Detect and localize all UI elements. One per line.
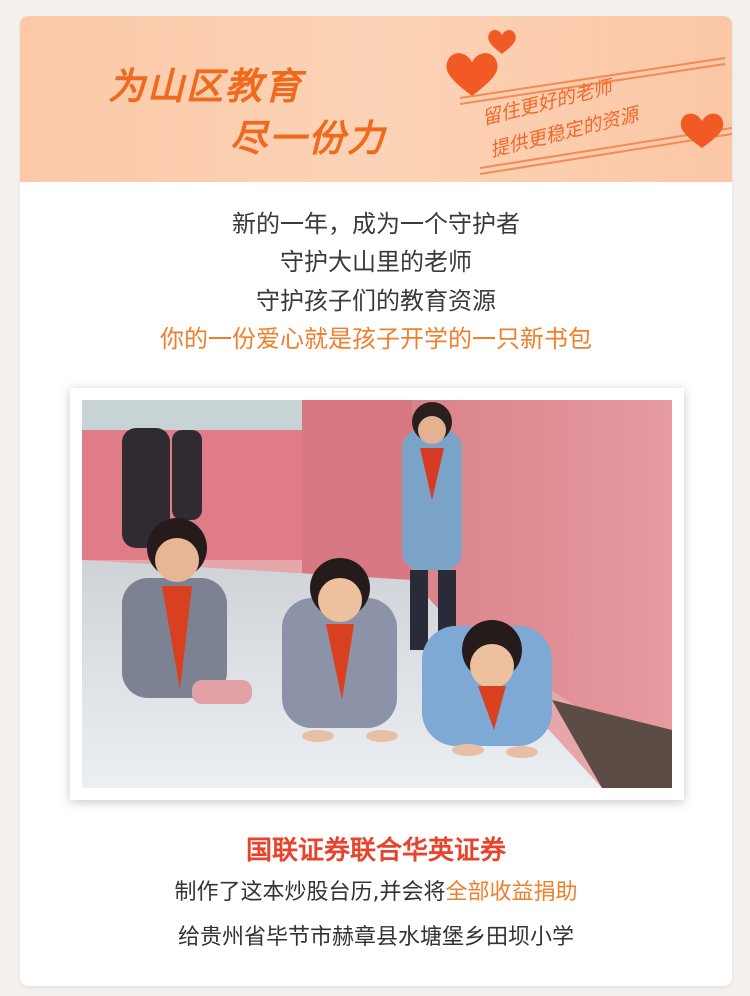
banner-slogan-line2: 尽一份力 bbox=[230, 116, 386, 160]
children-photo-illustration bbox=[82, 400, 672, 788]
photo-frame bbox=[70, 388, 684, 800]
intro-line-3: 守护孩子们的教育资源 bbox=[256, 287, 496, 315]
heart-icon bbox=[488, 29, 516, 54]
content-card: 为山区教育 尽一份力 留住更好的老师 提供更稳定的资源 新的一年，成为一个守护者… bbox=[20, 16, 732, 986]
heart-icon bbox=[446, 53, 498, 96]
organization-title: 国联证券联合华英证券 bbox=[245, 836, 506, 866]
intro-highlight: 你的一份爱心就是孩子开学的一只新书包 bbox=[160, 325, 592, 353]
intro-line-2: 守护大山里的老师 bbox=[280, 248, 472, 276]
header-banner: 为山区教育 尽一份力 留住更好的老师 提供更稳定的资源 bbox=[20, 16, 732, 182]
donation-statement-highlight: 全部收益捐助 bbox=[445, 880, 578, 905]
donation-statement-prefix: 制作了这本炒股台历,并会将 bbox=[174, 880, 446, 905]
donation-statement: 制作了这本炒股台历,并会将全部收益捐助 bbox=[20, 874, 732, 906]
beneficiary-school: 给贵州省毕节市赫章县水塘堡乡田坝小学 bbox=[177, 925, 574, 950]
intro-line-1: 新的一年，成为一个守护者 bbox=[232, 210, 520, 238]
banner-slogan-line1: 为山区教育 bbox=[108, 64, 303, 108]
heart-icon bbox=[680, 113, 724, 148]
children-photo bbox=[82, 400, 672, 788]
